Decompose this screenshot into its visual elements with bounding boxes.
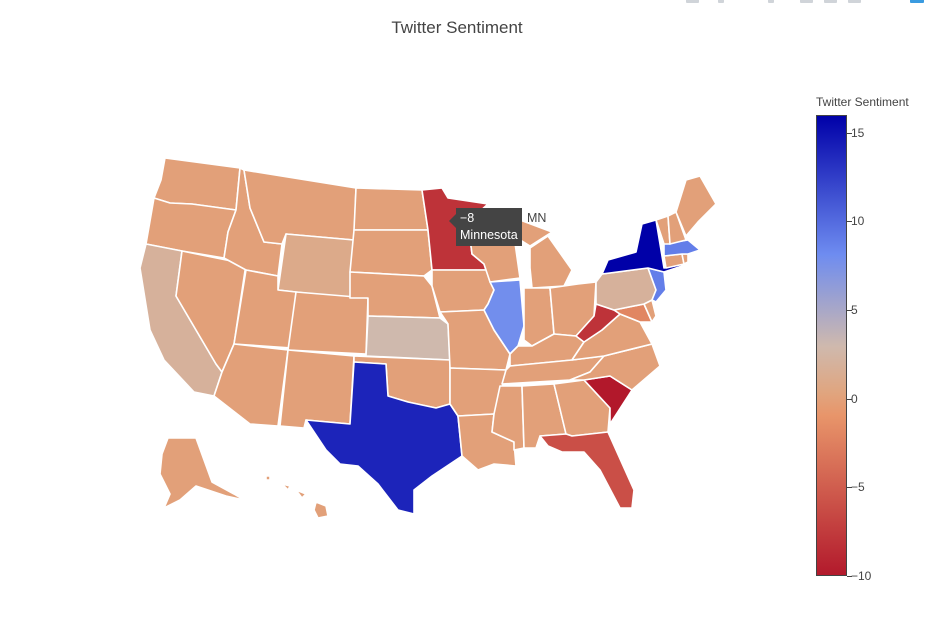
- state-SD[interactable]: [349, 229, 433, 277]
- state-HI[interactable]: [313, 501, 329, 519]
- tooltip-value: −8: [460, 211, 475, 225]
- colorbar-title: Twitter Sentiment: [816, 95, 909, 109]
- colorbar-tick-label: 5: [851, 303, 858, 318]
- hover-tooltip: −8 Minnesota: [449, 208, 522, 246]
- state-HI-islands[interactable]: [265, 475, 307, 499]
- colorbar-tick-label: 0: [851, 391, 858, 406]
- state-CO[interactable]: [287, 291, 369, 355]
- state-RI[interactable]: [681, 253, 689, 265]
- state-AK[interactable]: [159, 437, 245, 509]
- state-NM[interactable]: [279, 349, 355, 429]
- tooltip-arrow: [449, 214, 456, 228]
- colorbar-tick-label: 15: [851, 125, 865, 140]
- state-ME[interactable]: [675, 175, 717, 237]
- us-choropleth-map[interactable]: [0, 0, 932, 643]
- colorbar[interactable]: [816, 115, 847, 576]
- state-ND[interactable]: [353, 187, 429, 231]
- state-MI[interactable]: [529, 235, 573, 289]
- state-MT[interactable]: [243, 169, 357, 245]
- state-KS[interactable]: [365, 315, 451, 361]
- state-FL[interactable]: [539, 431, 635, 509]
- colorbar-tick-label: −5: [851, 480, 865, 495]
- colorbar-tick-label: 10: [851, 214, 865, 229]
- tooltip-state-name: Minnesota: [460, 228, 518, 242]
- state-IA[interactable]: [431, 269, 495, 313]
- state-WY[interactable]: [277, 233, 355, 299]
- tooltip-state-code: MN: [527, 211, 547, 225]
- colorbar-tick-label: −10: [851, 569, 872, 583]
